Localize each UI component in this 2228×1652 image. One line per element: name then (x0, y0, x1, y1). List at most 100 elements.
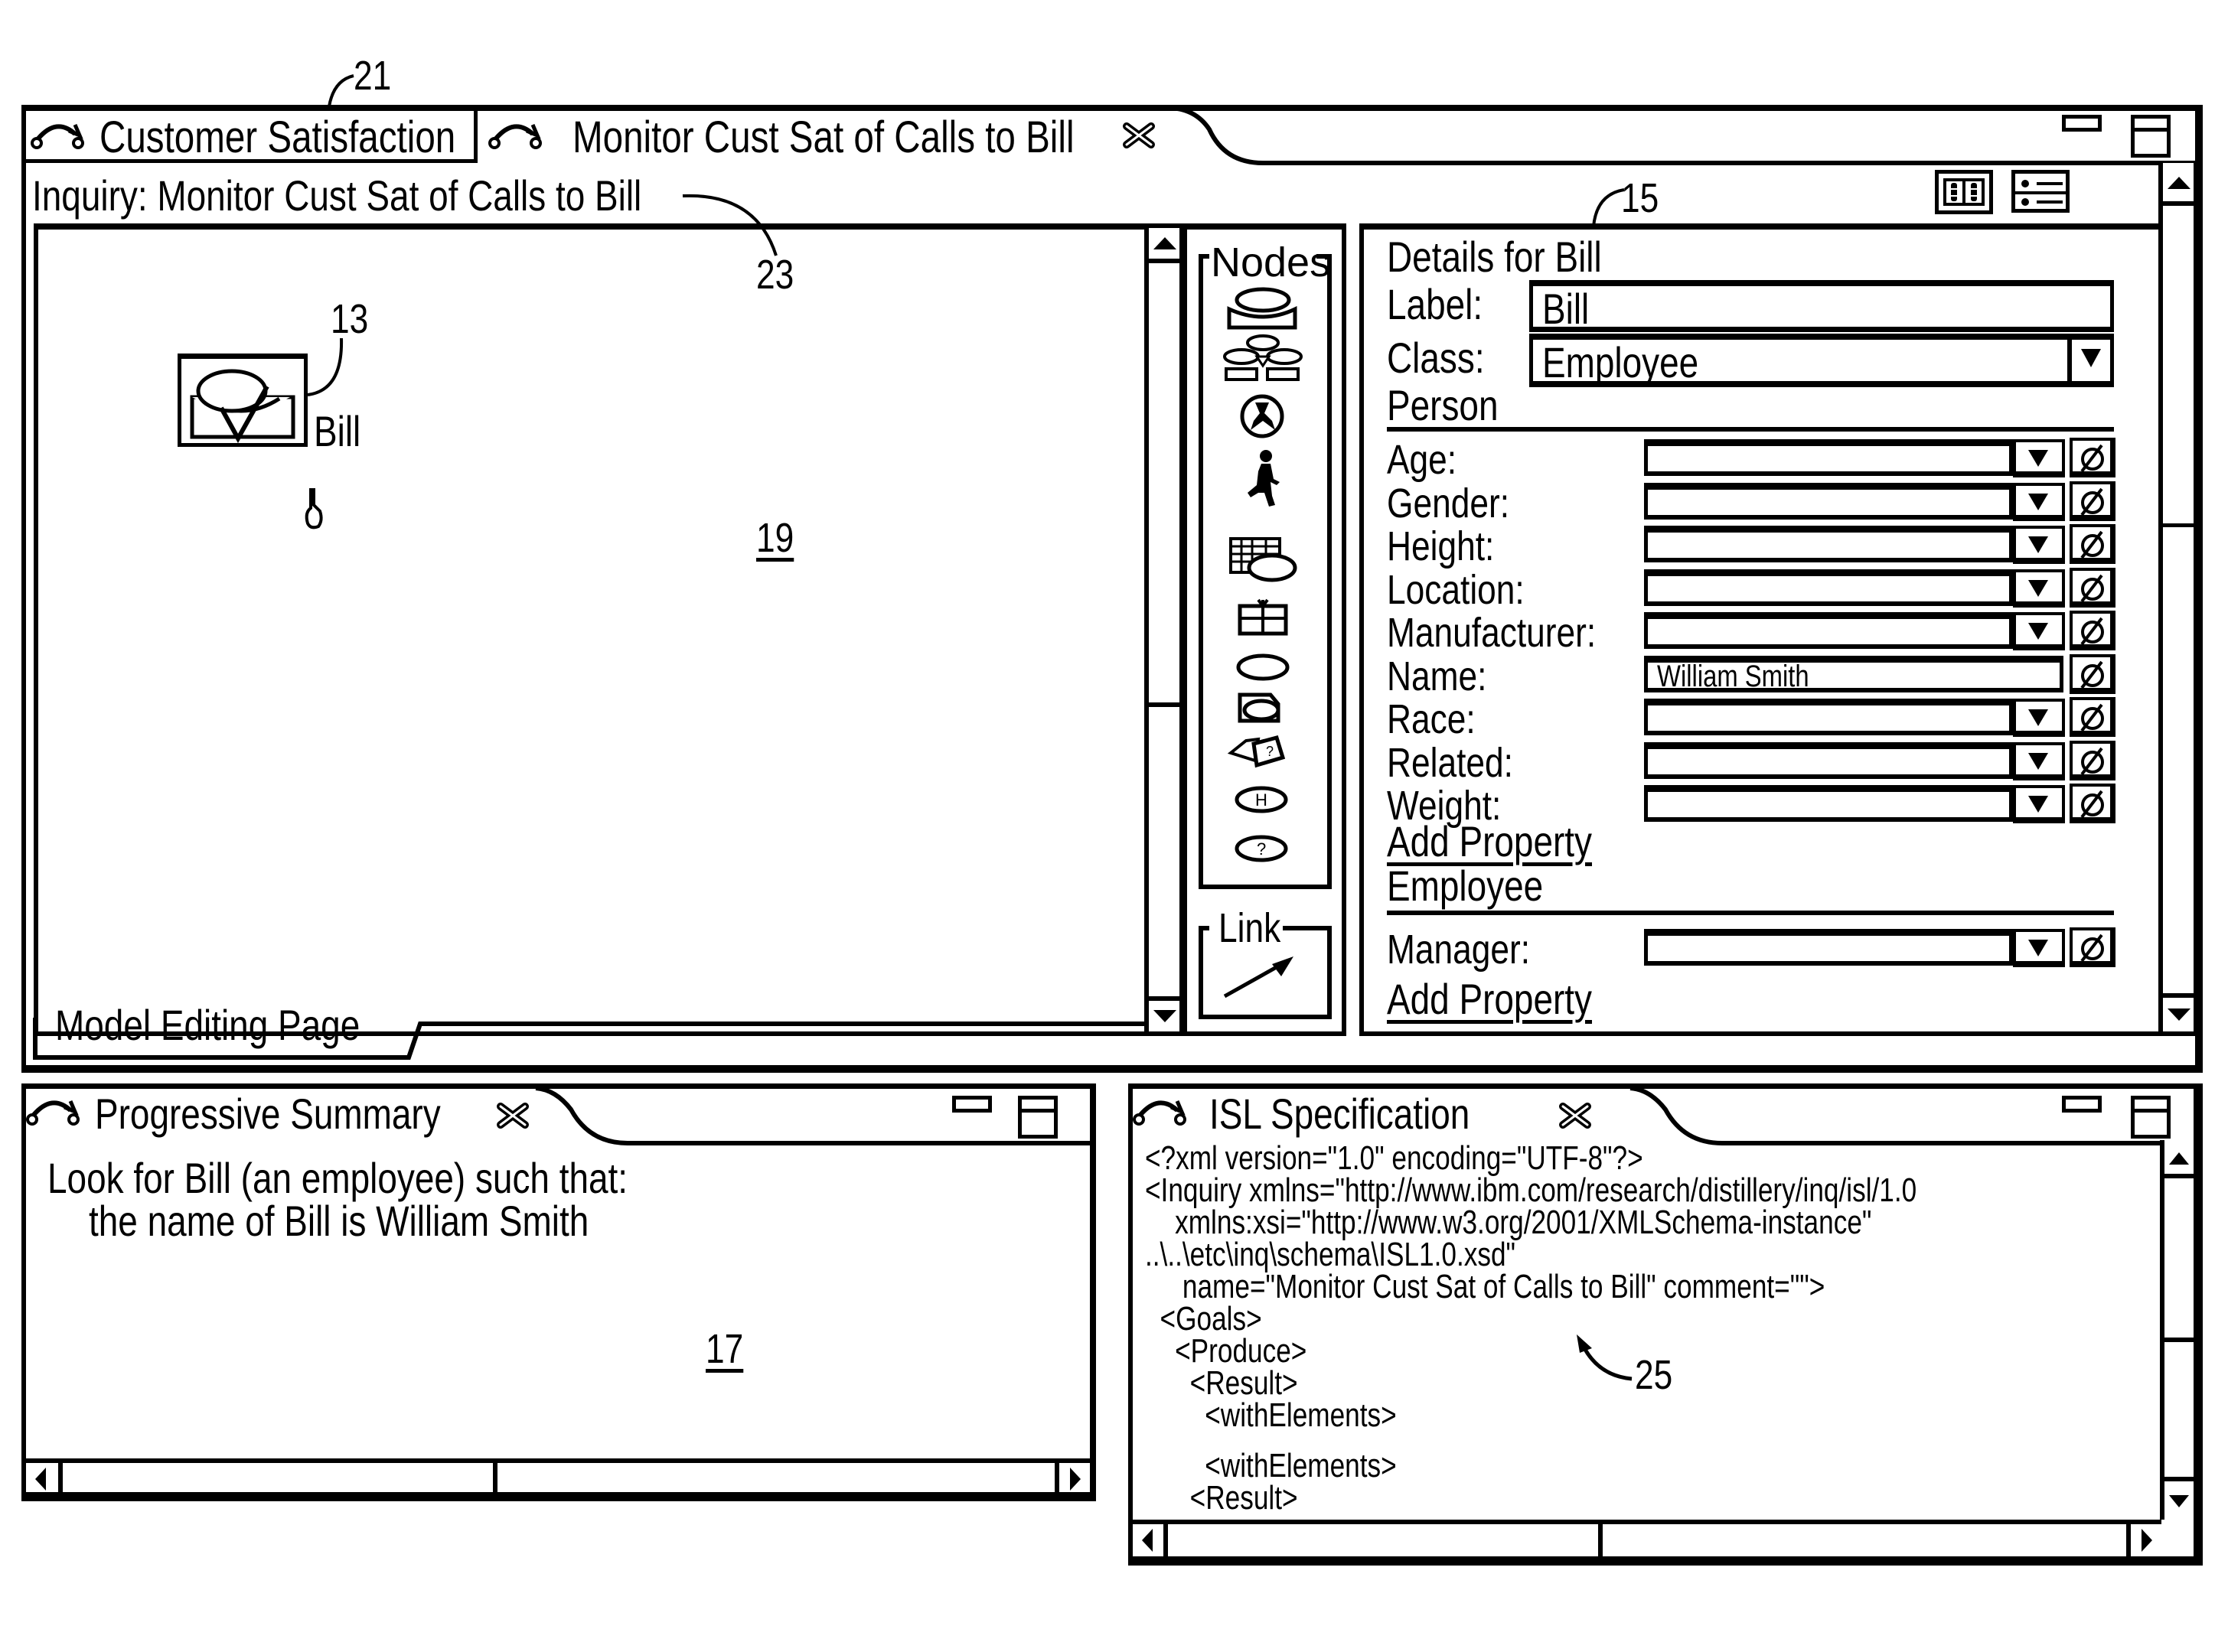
property-dropdown-button[interactable] (2013, 741, 2065, 780)
clear-property-button[interactable] (2070, 438, 2115, 477)
scroll-left-button[interactable] (26, 1463, 63, 1494)
scroll-right-button[interactable] (1055, 1463, 1090, 1494)
minimize-button[interactable] (2062, 115, 2102, 132)
event-node-icon[interactable] (1237, 390, 1290, 444)
empty-set-icon (2080, 790, 2104, 819)
scroll-thumb[interactable] (2164, 1178, 2194, 1342)
property-select[interactable] (1644, 612, 2013, 649)
close-panel-icon[interactable] (1558, 1103, 1592, 1129)
property-select[interactable] (1644, 439, 2013, 476)
unknown-node-icon[interactable]: ? (1227, 733, 1297, 774)
ellipse-node-icon[interactable] (1235, 650, 1292, 686)
clear-property-button[interactable] (2070, 481, 2115, 521)
scroll-right-button[interactable] (2126, 1524, 2161, 1556)
property-dropdown-button[interactable] (2013, 482, 2065, 521)
svg-text:H: H (1255, 790, 1267, 810)
model-canvas[interactable] (34, 223, 1186, 1036)
property-label: Height: (1387, 523, 1495, 569)
curved-arrow-icon (1133, 1100, 1186, 1126)
add-property-link-person[interactable]: Add Property (1387, 820, 1592, 863)
clear-property-button[interactable] (2070, 927, 2115, 967)
scroll-thumb[interactable] (63, 1463, 497, 1494)
property-dropdown-button[interactable] (2013, 785, 2065, 823)
scroll-down-button[interactable] (2164, 1477, 2194, 1520)
property-select[interactable] (1644, 526, 2013, 562)
scroll-left-button[interactable] (1133, 1524, 1168, 1556)
property-dropdown-button[interactable] (2013, 699, 2065, 737)
summary-hscrollbar[interactable] (26, 1458, 1090, 1494)
property-dropdown-button[interactable] (2013, 439, 2065, 477)
property-select[interactable] (1644, 929, 2013, 966)
reference-numeral-25: 25 (1635, 1352, 1673, 1398)
property-dropdown-button[interactable] (2013, 569, 2065, 608)
minimize-button[interactable] (2062, 1096, 2102, 1113)
property-select[interactable] (1644, 482, 2013, 520)
curved-arrow-icon (31, 124, 84, 149)
details-scrollbar[interactable] (2158, 163, 2203, 1036)
scroll-up-button[interactable] (1149, 228, 1179, 263)
class-dropdown-button[interactable] (2067, 334, 2110, 387)
class-select[interactable]: Employee (1529, 334, 2114, 387)
arrow-link-icon[interactable] (1217, 949, 1309, 1002)
editor-tab-label[interactable]: Model Editing Page (55, 1004, 360, 1047)
property-text-input[interactable]: William Smith (1644, 655, 2063, 692)
close-tab-icon[interactable] (1122, 122, 1156, 148)
scroll-up-button[interactable] (2163, 163, 2194, 206)
two-column-view-button[interactable] (1935, 170, 1993, 214)
panel-tab-curve (535, 1086, 1093, 1145)
entity-node-icon[interactable] (1225, 283, 1301, 337)
property-select[interactable] (1644, 741, 2013, 779)
reference-numeral-13: 13 (331, 296, 369, 342)
maximize-button[interactable] (2131, 115, 2171, 158)
property-dropdown-button[interactable] (2013, 929, 2065, 967)
chevron-down-icon (2028, 579, 2048, 597)
nodes-group-border (1199, 254, 1203, 269)
property-select[interactable] (1644, 569, 2013, 606)
scroll-thumb[interactable] (1149, 263, 1179, 707)
maximize-button[interactable] (2131, 1096, 2171, 1139)
add-property-link-employee[interactable]: Add Property (1387, 978, 1592, 1021)
isl-hscrollbar[interactable] (1133, 1520, 2161, 1556)
clear-property-button[interactable] (2070, 653, 2115, 694)
minimize-button[interactable] (952, 1096, 992, 1113)
scroll-down-button[interactable] (2163, 993, 2194, 1031)
question-node-icon[interactable]: ? (1234, 833, 1290, 866)
package-node-icon[interactable] (1237, 597, 1290, 640)
scroll-up-button[interactable] (2164, 1140, 2194, 1178)
tab-customer-satisfaction[interactable]: Customer Satisfaction (23, 106, 478, 163)
svg-text:?: ? (1266, 744, 1274, 759)
property-dropdown-button[interactable] (2013, 526, 2065, 564)
scroll-thumb[interactable] (2163, 206, 2194, 527)
maximize-button[interactable] (1018, 1096, 1058, 1139)
canvas-scrollbar[interactable] (1144, 223, 1187, 1036)
isl-panel-title[interactable]: ISL Specification (1209, 1093, 1470, 1136)
clear-property-button[interactable] (2070, 740, 2115, 780)
scroll-thumb[interactable] (1168, 1524, 1603, 1556)
clear-property-button[interactable] (2070, 784, 2115, 823)
table-node-icon[interactable] (1228, 536, 1298, 589)
summary-panel-title[interactable]: Progressive Summary (95, 1093, 441, 1136)
scroll-down-button[interactable] (1149, 996, 1179, 1031)
property-select[interactable] (1644, 699, 2013, 735)
canvas-node-label: Bill (314, 407, 361, 455)
summary-line: the name of Bill is William Smith (89, 1197, 589, 1245)
clear-property-button[interactable] (2070, 611, 2115, 650)
chevron-down-icon (2028, 940, 2048, 956)
close-panel-icon[interactable] (496, 1103, 530, 1129)
action-node-icon[interactable] (1240, 448, 1286, 513)
clear-property-button[interactable] (2070, 697, 2115, 737)
list-view-button[interactable] (2011, 170, 2070, 213)
label-input[interactable]: Bill (1529, 280, 2114, 332)
h-node-icon[interactable]: H (1234, 784, 1290, 817)
clear-property-button[interactable] (2070, 524, 2115, 564)
arrow-up-icon (1153, 237, 1176, 249)
property-dropdown-button[interactable] (2013, 612, 2065, 650)
clear-property-button[interactable] (2070, 567, 2115, 608)
group-node-icon[interactable] (1223, 334, 1303, 387)
property-select[interactable] (1644, 785, 2013, 822)
empty-set-icon (2080, 617, 2104, 646)
canvas-node-bill[interactable] (178, 354, 308, 447)
document-node-icon[interactable] (1234, 690, 1289, 730)
tab-monitor-cust-sat[interactable]: Monitor Cust Sat of Calls to Bill (482, 106, 1171, 163)
isl-vscrollbar[interactable] (2160, 1140, 2194, 1520)
